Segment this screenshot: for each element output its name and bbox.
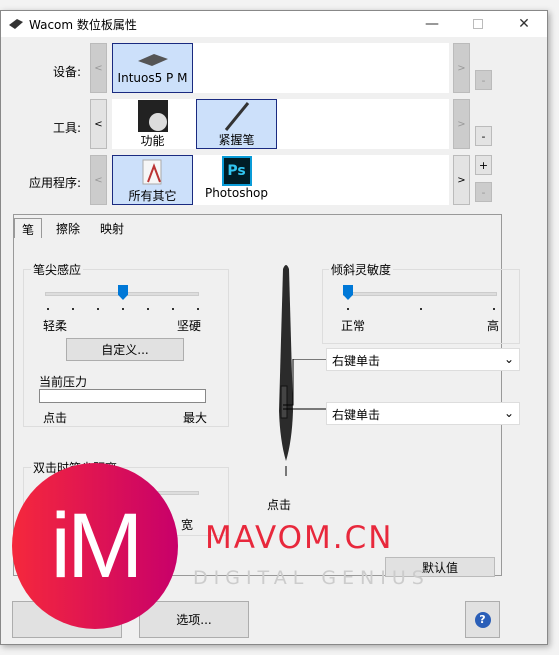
application-next-button[interactable]: > bbox=[453, 155, 470, 205]
minimize-button[interactable]: — bbox=[409, 11, 455, 37]
add-application-button[interactable]: + bbox=[475, 155, 492, 175]
tilt-min-label: 正常 bbox=[341, 319, 366, 333]
application-strip: 所有其它 Ps Photoshop bbox=[112, 155, 449, 205]
tip-feel-tick bbox=[72, 308, 74, 310]
tool-next-button[interactable]: > bbox=[453, 99, 470, 149]
upper-side-button-dropdown[interactable]: 右键单击 ⌄ bbox=[326, 348, 520, 371]
watermark-logo-text: iM bbox=[50, 494, 143, 597]
tool-label: 工具: bbox=[52, 121, 81, 135]
upper-side-button-value: 右键单击 bbox=[332, 354, 381, 368]
title-bar: Wacom 数位板属性 — ✕ bbox=[1, 11, 547, 37]
all-applications-icon bbox=[142, 159, 161, 185]
maximize-button[interactable] bbox=[455, 11, 501, 37]
customize-button[interactable]: 自定义... bbox=[66, 338, 184, 361]
tip-feel-tick bbox=[122, 308, 124, 310]
watermark-text: MAVOM.CN bbox=[205, 520, 394, 556]
device-prev-button[interactable]: < bbox=[90, 43, 107, 93]
watermark-logo: iM bbox=[12, 463, 178, 629]
tool-tile-functions[interactable]: 功能 bbox=[112, 99, 193, 149]
tool-name: 功能 bbox=[140, 134, 165, 148]
express-keys-icon bbox=[137, 100, 168, 132]
options-button[interactable]: 选项... bbox=[139, 601, 249, 638]
remove-application-button[interactable]: - bbox=[475, 182, 492, 202]
chevron-down-icon: ⌄ bbox=[503, 406, 514, 420]
close-button[interactable]: ✕ bbox=[501, 11, 547, 37]
tip-feel-tick bbox=[97, 308, 99, 310]
chevron-down-icon: ⌄ bbox=[503, 352, 514, 366]
tip-feel-tick bbox=[197, 308, 199, 310]
device-label: 设备: bbox=[52, 65, 81, 79]
pressure-max-label: 最大 bbox=[183, 411, 208, 425]
tip-feel-max-label: 坚硬 bbox=[177, 319, 202, 333]
remove-device-button[interactable]: - bbox=[475, 70, 492, 90]
tilt-tick bbox=[347, 308, 349, 310]
photoshop-icon: Ps bbox=[221, 156, 252, 186]
help-icon: ? bbox=[474, 611, 491, 628]
tool-prev-button[interactable]: < bbox=[90, 99, 107, 149]
tip-feel-tick bbox=[147, 308, 149, 310]
application-prev-button[interactable]: < bbox=[90, 155, 107, 205]
tab-mapping[interactable]: 映射 bbox=[93, 218, 131, 238]
help-button[interactable]: ? bbox=[465, 601, 500, 638]
tilt-title: 倾斜灵敏度 bbox=[329, 261, 394, 278]
tip-feel-min-label: 轻柔 bbox=[43, 319, 68, 333]
tilt-tick bbox=[493, 308, 495, 310]
pen-icon bbox=[224, 102, 249, 131]
double-click-max-label: 宽 bbox=[181, 518, 194, 532]
application-tile-photoshop[interactable]: Ps Photoshop bbox=[196, 155, 277, 205]
tablet-icon bbox=[137, 54, 168, 66]
tip-feel-tick bbox=[47, 308, 49, 310]
device-name: Intuos5 P M bbox=[117, 71, 188, 85]
tip-feel-tick bbox=[172, 308, 174, 310]
application-name: 所有其它 bbox=[128, 189, 177, 203]
tip-label: 点击 bbox=[267, 498, 292, 512]
pressure-min-label: 点击 bbox=[43, 411, 68, 425]
tablet-icon bbox=[9, 19, 23, 29]
tip-feel-title: 笔尖感应 bbox=[31, 261, 84, 278]
tilt-tick bbox=[420, 308, 422, 310]
device-next-button[interactable]: > bbox=[453, 43, 470, 93]
watermark-tagline: DIGITAL GENIUS bbox=[193, 567, 430, 589]
side-button-leaders bbox=[283, 359, 328, 410]
lower-side-button-value: 右键单击 bbox=[332, 408, 381, 422]
application-tile-all-others[interactable]: 所有其它 bbox=[112, 155, 193, 205]
tilt-slider[interactable] bbox=[343, 292, 497, 296]
device-strip: Intuos5 P M bbox=[112, 43, 449, 93]
current-pressure-label: 当前压力 bbox=[39, 375, 88, 389]
application-label: 应用程序: bbox=[28, 176, 81, 190]
device-tile[interactable]: Intuos5 P M bbox=[112, 43, 193, 93]
tab-pen[interactable]: 笔 bbox=[14, 218, 43, 238]
lower-side-button-dropdown[interactable]: 右键单击 ⌄ bbox=[326, 402, 520, 425]
tool-strip: 功能 紧握笔 bbox=[112, 99, 449, 149]
remove-tool-button[interactable]: - bbox=[475, 126, 492, 146]
current-pressure-bar bbox=[39, 389, 206, 403]
window-title: Wacom 数位板属性 bbox=[29, 18, 137, 32]
tool-tile-grip-pen[interactable]: 紧握笔 bbox=[196, 99, 277, 149]
tilt-max-label: 高 bbox=[487, 319, 500, 333]
tool-name: 紧握笔 bbox=[218, 133, 255, 147]
tab-eraser[interactable]: 擦除 bbox=[49, 218, 87, 238]
application-name: Photoshop bbox=[204, 186, 269, 200]
